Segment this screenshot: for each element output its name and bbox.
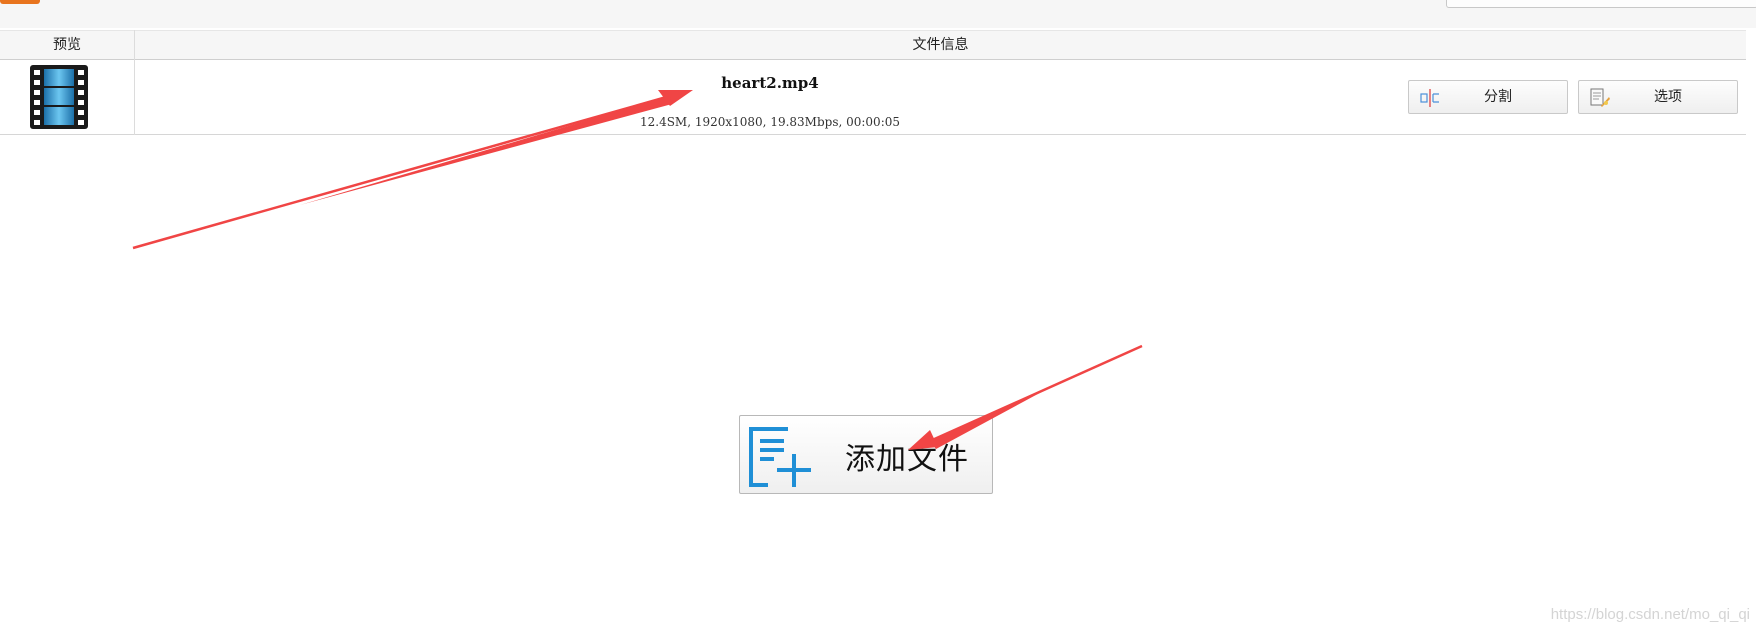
split-label: 分割 bbox=[1484, 89, 1512, 105]
add-file-button[interactable]: 添加文件 bbox=[739, 415, 993, 494]
file-meta-info: 12.4SM, 1920x1080, 19.83Mbps, 00:00:05 bbox=[639, 115, 900, 129]
film-strip-icon bbox=[30, 65, 88, 129]
options-label: 选项 bbox=[1654, 89, 1682, 105]
top-toolbar bbox=[0, 0, 1756, 28]
file-name: heart2.mp4 bbox=[721, 74, 819, 92]
column-header-preview[interactable]: 预览 bbox=[0, 31, 134, 59]
file-row[interactable]: heart2.mp4 12.4SM, 1920x1080, 19.83Mbps,… bbox=[0, 60, 1746, 135]
column-header-file-info[interactable]: 文件信息 bbox=[135, 31, 1746, 59]
table-header: 预览 文件信息 bbox=[0, 30, 1746, 60]
app-logo-icon bbox=[0, 0, 40, 4]
top-right-control[interactable] bbox=[1446, 0, 1756, 8]
watermark: https://blog.csdn.net/mo_qi_qi bbox=[1550, 606, 1750, 623]
add-file-icon bbox=[749, 427, 811, 487]
column-divider bbox=[134, 30, 135, 135]
split-button[interactable]: 分割 bbox=[1408, 80, 1568, 114]
add-file-label: 添加文件 bbox=[845, 442, 969, 477]
options-button[interactable]: 选项 bbox=[1578, 80, 1738, 114]
